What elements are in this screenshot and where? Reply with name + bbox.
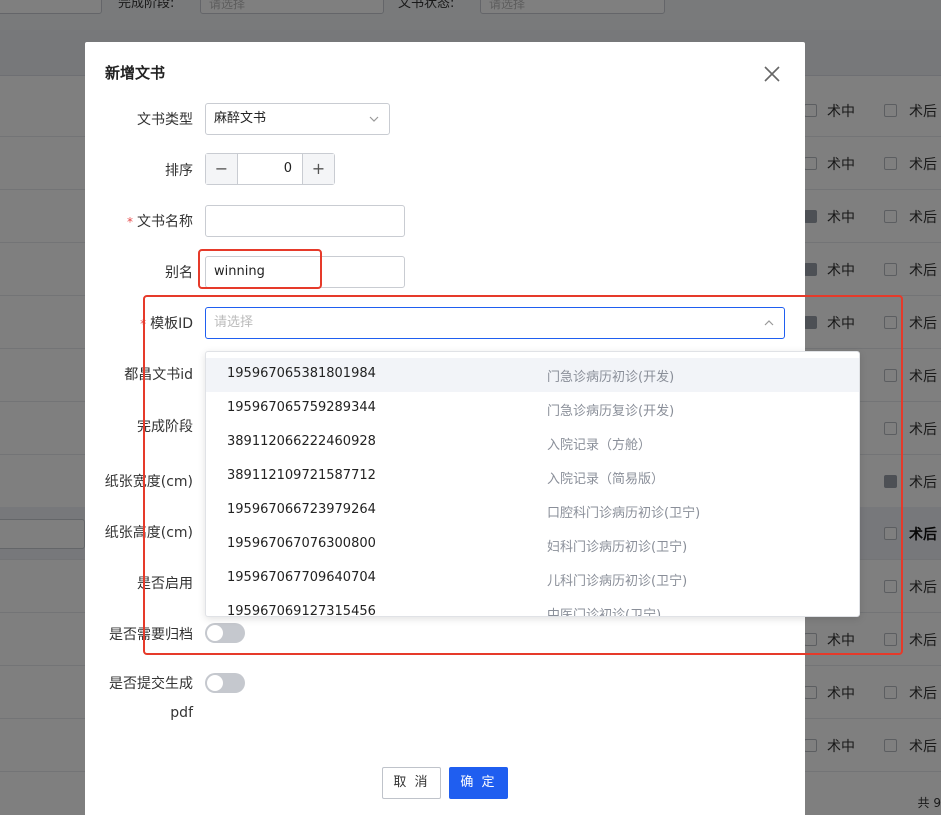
cancel-button[interactable]: 取 消 [382, 767, 441, 799]
doc-name-label: * 文书名称 [127, 214, 193, 230]
annotation-box-alias [198, 249, 322, 289]
required-mark: * [127, 215, 133, 229]
close-icon [764, 66, 780, 82]
order-value[interactable]: 0 [238, 154, 302, 184]
dialog-title: 新增文书 [105, 64, 166, 82]
doc-name-input[interactable] [205, 205, 405, 237]
close-button[interactable] [762, 64, 782, 84]
submit-pdf-toggle[interactable] [205, 673, 245, 693]
submit-pdf-label-cont: pdf [170, 705, 193, 721]
confirm-button[interactable]: 确 定 [449, 767, 508, 799]
doc-type-value: 麻醉文书 [214, 111, 267, 126]
doc-type-label: 文书类型 [137, 112, 193, 128]
decrement-button[interactable]: − [206, 154, 238, 184]
doc-type-select[interactable]: 麻醉文书 [205, 103, 390, 135]
chevron-down-icon [369, 116, 379, 122]
increment-button[interactable]: + [302, 154, 334, 184]
order-label: 排序 [165, 163, 193, 179]
annotation-box-template [143, 295, 903, 655]
submit-pdf-label: 是否提交生成 [109, 676, 193, 692]
alias-label: 别名 [165, 265, 193, 281]
order-stepper[interactable]: − 0 + [205, 153, 335, 185]
